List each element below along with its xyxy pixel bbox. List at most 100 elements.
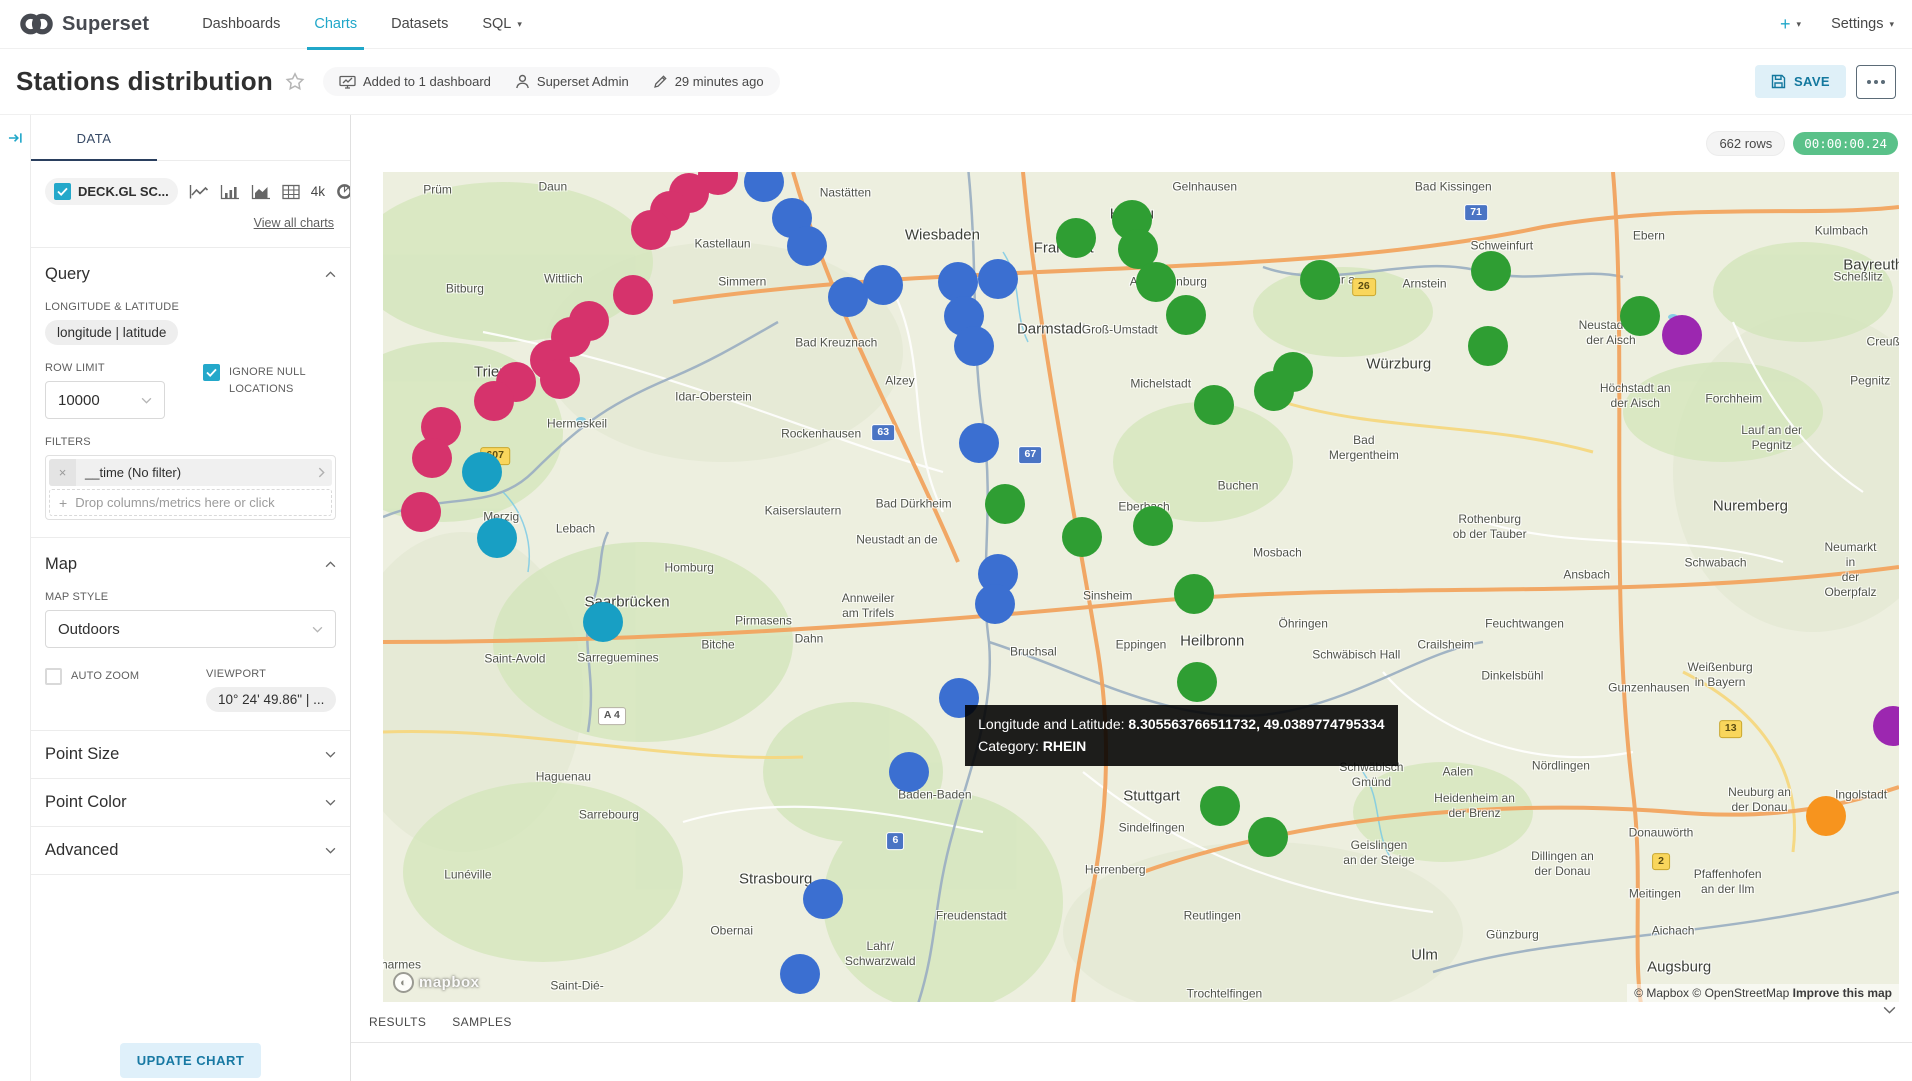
save-button[interactable]: SAVE (1755, 65, 1846, 98)
scatter-point-orange[interactable] (1806, 796, 1846, 836)
scatter-point-blue[interactable] (975, 584, 1015, 624)
map-place-label: Pfaffenhofen an der Ilm (1694, 867, 1762, 897)
ignore-null-checkbox[interactable] (203, 364, 220, 381)
nav-item-datasets[interactable]: Datasets (374, 0, 465, 49)
map-section-header[interactable]: Map (45, 538, 336, 574)
scatter-point-green[interactable] (1300, 260, 1340, 300)
lonlat-value-pill[interactable]: longitude | latitude (45, 320, 178, 345)
owner-badge[interactable]: Superset Admin (515, 74, 629, 89)
more-options-button[interactable] (1856, 65, 1896, 99)
viewport-value-pill[interactable]: 10° 24' 49.86" | ... (206, 687, 336, 712)
view-all-charts-link[interactable]: View all charts (254, 216, 334, 230)
scatter-point-green[interactable] (1620, 296, 1660, 336)
expand-panel-icon[interactable] (8, 131, 23, 147)
settings-menu[interactable]: Settings ▾ (1831, 16, 1894, 32)
scatter-point-blue[interactable] (954, 326, 994, 366)
mapbox-attribution-link[interactable]: © Mapbox (1634, 986, 1689, 1000)
scatter-point-purple[interactable] (1662, 315, 1702, 355)
scatter-point-green[interactable] (1133, 506, 1173, 546)
map-place-label: Prüm (423, 183, 452, 198)
auto-zoom-checkbox[interactable] (45, 668, 62, 685)
scatter-point-cyan[interactable] (477, 518, 517, 558)
map-place-label: Bad Kissingen (1415, 179, 1492, 194)
scatter-point-pink[interactable] (412, 438, 452, 478)
scatter-point-pink[interactable] (474, 381, 514, 421)
donut-icon[interactable] (336, 183, 350, 200)
dashboard-icon (339, 74, 356, 89)
scatter-point-green[interactable] (1471, 251, 1511, 291)
dashboards-badge[interactable]: Added to 1 dashboard (339, 74, 491, 89)
new-item-menu[interactable]: + ▾ (1780, 14, 1801, 35)
query-section-header[interactable]: Query (45, 248, 336, 284)
scatter-point-green[interactable] (1177, 662, 1217, 702)
scatter-point-pink[interactable] (631, 210, 671, 250)
tab-results[interactable]: RESULTS (369, 1015, 426, 1029)
scatter-point-blue[interactable] (959, 423, 999, 463)
scatter-point-cyan[interactable] (462, 452, 502, 492)
scatter-point-blue[interactable] (978, 259, 1018, 299)
remove-filter-icon[interactable]: × (49, 459, 76, 486)
scatter-point-blue[interactable] (889, 752, 929, 792)
improve-map-link[interactable]: Improve this map (1793, 986, 1892, 1000)
nav-item-charts[interactable]: Charts (297, 0, 374, 49)
scatter-point-green[interactable] (1136, 262, 1176, 302)
nav-item-sql[interactable]: SQL▾ (465, 0, 539, 49)
road-shield: A 4 (598, 708, 626, 726)
scatter-point-green[interactable] (1056, 218, 1096, 258)
scatter-point-green[interactable] (1273, 352, 1313, 392)
osm-attribution-link[interactable]: © OpenStreetMap (1692, 986, 1789, 1000)
last-modified-badge[interactable]: 29 minutes ago (653, 74, 764, 89)
chevron-right-icon (318, 467, 332, 478)
update-chart-button[interactable]: UPDATE CHART (120, 1043, 262, 1078)
bar-chart-icon[interactable] (220, 184, 240, 200)
viz-type-selected[interactable]: DECK.GL SC... (45, 178, 178, 205)
tab-samples[interactable]: SAMPLES (452, 1015, 512, 1029)
mapbox-logo[interactable]: ◐ mapbox (393, 972, 480, 993)
scatter-point-green[interactable] (985, 484, 1025, 524)
section-point-color[interactable]: Point Color (31, 779, 350, 826)
superset-logo[interactable]: Superset (18, 11, 149, 37)
scatter-point-blue[interactable] (863, 265, 903, 305)
collapsed-sections: Point SizePoint ColorAdvanced (31, 731, 350, 875)
map-place-label: Ansbach (1563, 568, 1610, 583)
map-style-select[interactable]: Outdoors (45, 610, 336, 648)
scatter-point-green[interactable] (1174, 574, 1214, 614)
scatter-point-green[interactable] (1062, 517, 1102, 557)
scatter-point-green[interactable] (1194, 385, 1234, 425)
save-icon (1771, 74, 1786, 89)
scatter-point-blue[interactable] (787, 226, 827, 266)
map-place-label: Crailsheim (1417, 638, 1474, 653)
viz-type-4k[interactable]: 4k (311, 184, 325, 199)
area-chart-icon[interactable] (251, 184, 271, 200)
tab-data[interactable]: DATA (31, 131, 157, 161)
scatter-point-pink[interactable] (613, 275, 653, 315)
map-place-label: Höchstadt an der Aisch (1600, 381, 1671, 411)
infinity-logo-icon (18, 11, 55, 37)
map-place-label: Eppingen (1116, 638, 1167, 653)
row-limit-select[interactable]: 10000 (45, 381, 165, 419)
map-place-label: Augsburg (1647, 959, 1711, 978)
scatter-point-blue[interactable] (780, 954, 820, 994)
map-place-label: Bitburg (446, 282, 484, 297)
collapse-results-icon[interactable] (1883, 1006, 1896, 1014)
filter-item[interactable]: × __time (No filter) (49, 459, 332, 486)
filter-drop-zone[interactable]: + Drop columns/metrics here or click (49, 489, 332, 516)
favorite-star-icon[interactable] (285, 72, 305, 91)
scatter-point-green[interactable] (1468, 326, 1508, 366)
section-advanced[interactable]: Advanced (31, 827, 350, 874)
map-place-label: Bad Kreuznach (795, 335, 877, 350)
table-icon[interactable] (282, 184, 300, 200)
map-place-label: Schwabach (1685, 555, 1747, 570)
scatter-point-green[interactable] (1166, 295, 1206, 335)
nav-item-dashboards[interactable]: Dashboards (185, 0, 297, 49)
map-place-label: Saint-Avold (484, 652, 545, 667)
scatter-point-pink[interactable] (540, 359, 580, 399)
deckgl-scatter-map[interactable]: PrümDaunNastättenGelnhausenBad Kissingen… (383, 172, 1899, 1002)
scatter-point-cyan[interactable] (583, 602, 623, 642)
scatter-point-green[interactable] (1200, 786, 1240, 826)
scatter-point-blue[interactable] (803, 879, 843, 919)
scatter-point-green[interactable] (1248, 817, 1288, 857)
scatter-point-pink[interactable] (401, 492, 441, 532)
section-point-size[interactable]: Point Size (31, 731, 350, 778)
line-chart-icon[interactable] (189, 184, 209, 200)
